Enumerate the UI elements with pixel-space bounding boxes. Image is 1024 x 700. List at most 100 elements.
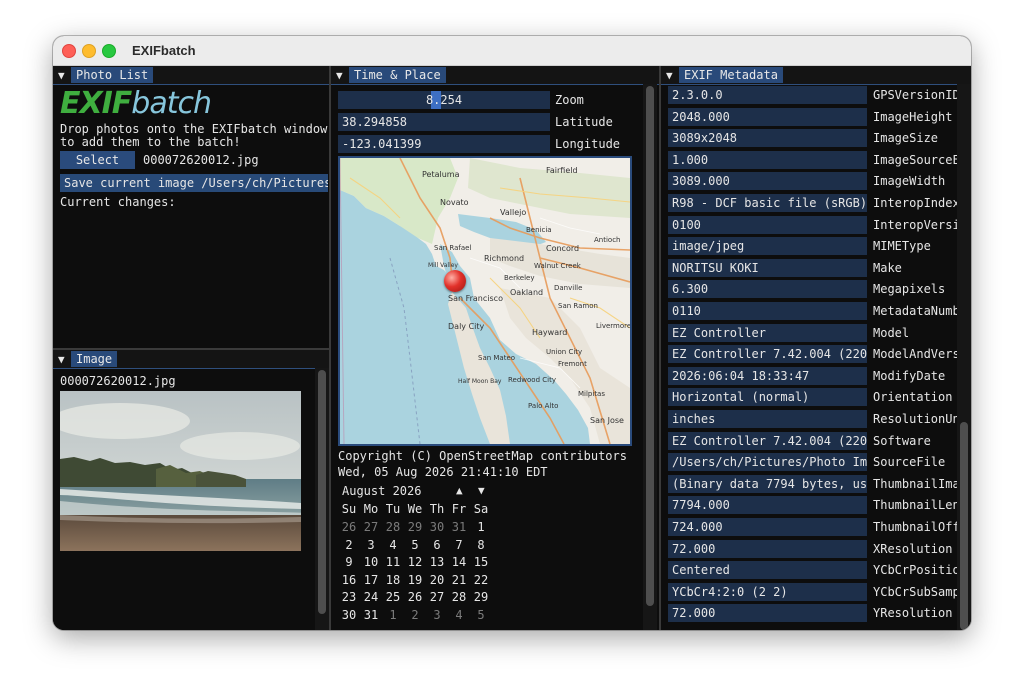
calendar-day[interactable]: 27 (426, 590, 448, 604)
exif-key-label: Model (873, 325, 910, 340)
exif-value-field[interactable]: 3089x2048 (668, 129, 867, 148)
calendar-day[interactable]: 31 (448, 520, 470, 534)
image-scrollbar[interactable] (315, 368, 329, 630)
calendar-day[interactable]: 14 (448, 555, 470, 569)
tab-photo-list[interactable]: Photo List (71, 67, 154, 83)
exif-value-field[interactable]: EZ Controller 7.42.004 (22021 (668, 345, 867, 364)
exif-value-field[interactable]: 0100 (668, 215, 867, 234)
calendar-day[interactable]: 1 (382, 608, 404, 622)
calendar-day[interactable]: 17 (360, 573, 382, 587)
calendar-day[interactable]: 3 (426, 608, 448, 622)
calendar-day[interactable]: 29 (470, 590, 492, 604)
calendar-day[interactable]: 30 (338, 608, 360, 622)
map-label-concord: Concord (546, 244, 580, 253)
exif-value-field[interactable]: EZ Controller (668, 323, 867, 342)
tab-exif-metadata[interactable]: EXIF Metadata (679, 67, 783, 83)
tab-time-place[interactable]: Time & Place (349, 67, 446, 83)
calendar-day[interactable]: 22 (470, 573, 492, 587)
exif-scrollbar[interactable] (957, 84, 971, 630)
zoom-slider[interactable]: 8.254 (338, 91, 550, 109)
exif-value-field[interactable]: 2026:06:04 18:33:47 (668, 366, 867, 385)
calendar-weekday: Th (429, 502, 445, 516)
calendar-day[interactable]: 18 (382, 573, 404, 587)
calendar-day[interactable]: 21 (448, 573, 470, 587)
map-label-union-city: Union City (546, 348, 583, 356)
exif-value-field[interactable]: inches (668, 410, 867, 428)
map-label-fairfield: Fairfield (546, 166, 578, 175)
calendar-day[interactable]: 4 (448, 608, 470, 622)
calendar-day[interactable]: 27 (360, 520, 382, 534)
calendar-day[interactable]: 5 (470, 608, 492, 622)
exif-value-field[interactable]: 72.000 (668, 539, 867, 558)
calendar-day[interactable]: 11 (382, 555, 404, 569)
calendar-day[interactable]: 7 (448, 538, 470, 552)
calendar-day[interactable]: 30 (426, 520, 448, 534)
calendar-day[interactable]: 26 (338, 520, 360, 534)
exif-value-field[interactable]: YCbCr4:2:0 (2 2) (668, 582, 867, 601)
exif-value-field[interactable]: 7794.000 (668, 496, 867, 515)
calendar-day[interactable]: 15 (470, 555, 492, 569)
exif-value-field[interactable]: 724.000 (668, 518, 867, 536)
select-button[interactable]: Select (60, 151, 135, 169)
calendar-day[interactable]: 9 (338, 555, 360, 569)
calendar-day[interactable]: 6 (426, 538, 448, 552)
calendar-day[interactable]: 3 (360, 538, 382, 552)
calendar-day[interactable]: 2 (404, 608, 426, 622)
calendar-day[interactable]: 8 (470, 538, 492, 552)
exif-value-field[interactable]: Centered (668, 561, 867, 580)
collapse-triangle-icon[interactable]: ▼ (666, 69, 673, 82)
location-pin-icon[interactable] (444, 270, 466, 292)
calendar-day[interactable]: 25 (382, 590, 404, 604)
exif-value-field[interactable]: 2048.000 (668, 107, 867, 126)
calendar-day[interactable]: 29 (404, 520, 426, 534)
map-view[interactable]: Petaluma Fairfield Novato Vallejo Benici… (338, 156, 632, 446)
exif-value-field[interactable]: NORITSU KOKI (668, 258, 867, 277)
zoom-button[interactable] (102, 44, 116, 58)
exif-value-field[interactable]: Horizontal (normal) (668, 388, 867, 407)
calendar-day[interactable]: 1 (470, 520, 492, 534)
calendar-weekday: Sa (473, 502, 489, 516)
calendar-next-icon[interactable]: ▼ (478, 484, 485, 498)
tab-image[interactable]: Image (71, 351, 118, 367)
exif-value-field[interactable]: 2.3.0.0 (668, 86, 867, 104)
exif-value-field[interactable]: EZ Controller 7.42.004 (22021 (668, 431, 867, 450)
minimize-button[interactable] (82, 44, 96, 58)
calendar-prev-icon[interactable]: ▲ (456, 484, 463, 498)
exif-value-field[interactable]: (Binary data 7794 bytes, use - (668, 474, 867, 493)
calendar-day[interactable]: 5 (404, 538, 426, 552)
calendar-day[interactable]: 19 (404, 573, 426, 587)
calendar-day[interactable]: 26 (404, 590, 426, 604)
exif-scrollbar-thumb[interactable] (960, 422, 968, 630)
save-current-image-button[interactable]: Save current image /Users/ch/Pictures/Ph… (60, 174, 328, 192)
calendar-day[interactable]: 10 (360, 555, 382, 569)
calendar-day[interactable]: 23 (338, 590, 360, 604)
exif-value-field[interactable]: image/jpeg (668, 237, 867, 256)
calendar-day[interactable]: 28 (382, 520, 404, 534)
time-place-scrollbar[interactable] (643, 84, 657, 630)
calendar-day[interactable]: 2 (338, 538, 360, 552)
exif-value-field[interactable]: R98 - DCF basic file (sRGB) (668, 194, 867, 212)
calendar-day[interactable]: 4 (382, 538, 404, 552)
calendar-day[interactable]: 28 (448, 590, 470, 604)
calendar-day[interactable]: 31 (360, 608, 382, 622)
close-button[interactable] (62, 44, 76, 58)
exif-value-field[interactable]: 72.000 (668, 604, 867, 623)
longitude-input[interactable]: -123.041399 (338, 135, 550, 153)
calendar-day[interactable]: 13 (426, 555, 448, 569)
calendar-day[interactable]: 16 (338, 573, 360, 587)
calendar-day[interactable]: 12 (404, 555, 426, 569)
calendar-day[interactable]: 24 (360, 590, 382, 604)
exif-value-field[interactable]: /Users/ch/Pictures/Photo Impor (668, 453, 867, 472)
time-place-scrollbar-thumb[interactable] (646, 86, 654, 606)
latitude-input[interactable]: 38.294858 (338, 113, 550, 131)
exif-value-field[interactable]: 1.000 (668, 150, 867, 169)
exif-value-field[interactable]: 3089.000 (668, 172, 867, 191)
map-label-antioch: Antioch (594, 236, 621, 244)
exif-value-field[interactable]: 6.300 (668, 280, 867, 299)
collapse-triangle-icon[interactable]: ▼ (336, 69, 343, 82)
calendar-day[interactable]: 20 (426, 573, 448, 587)
collapse-triangle-icon[interactable]: ▼ (58, 69, 65, 82)
collapse-triangle-icon[interactable]: ▼ (58, 353, 65, 366)
image-scrollbar-thumb[interactable] (318, 370, 326, 614)
exif-value-field[interactable]: 0110 (668, 302, 867, 320)
